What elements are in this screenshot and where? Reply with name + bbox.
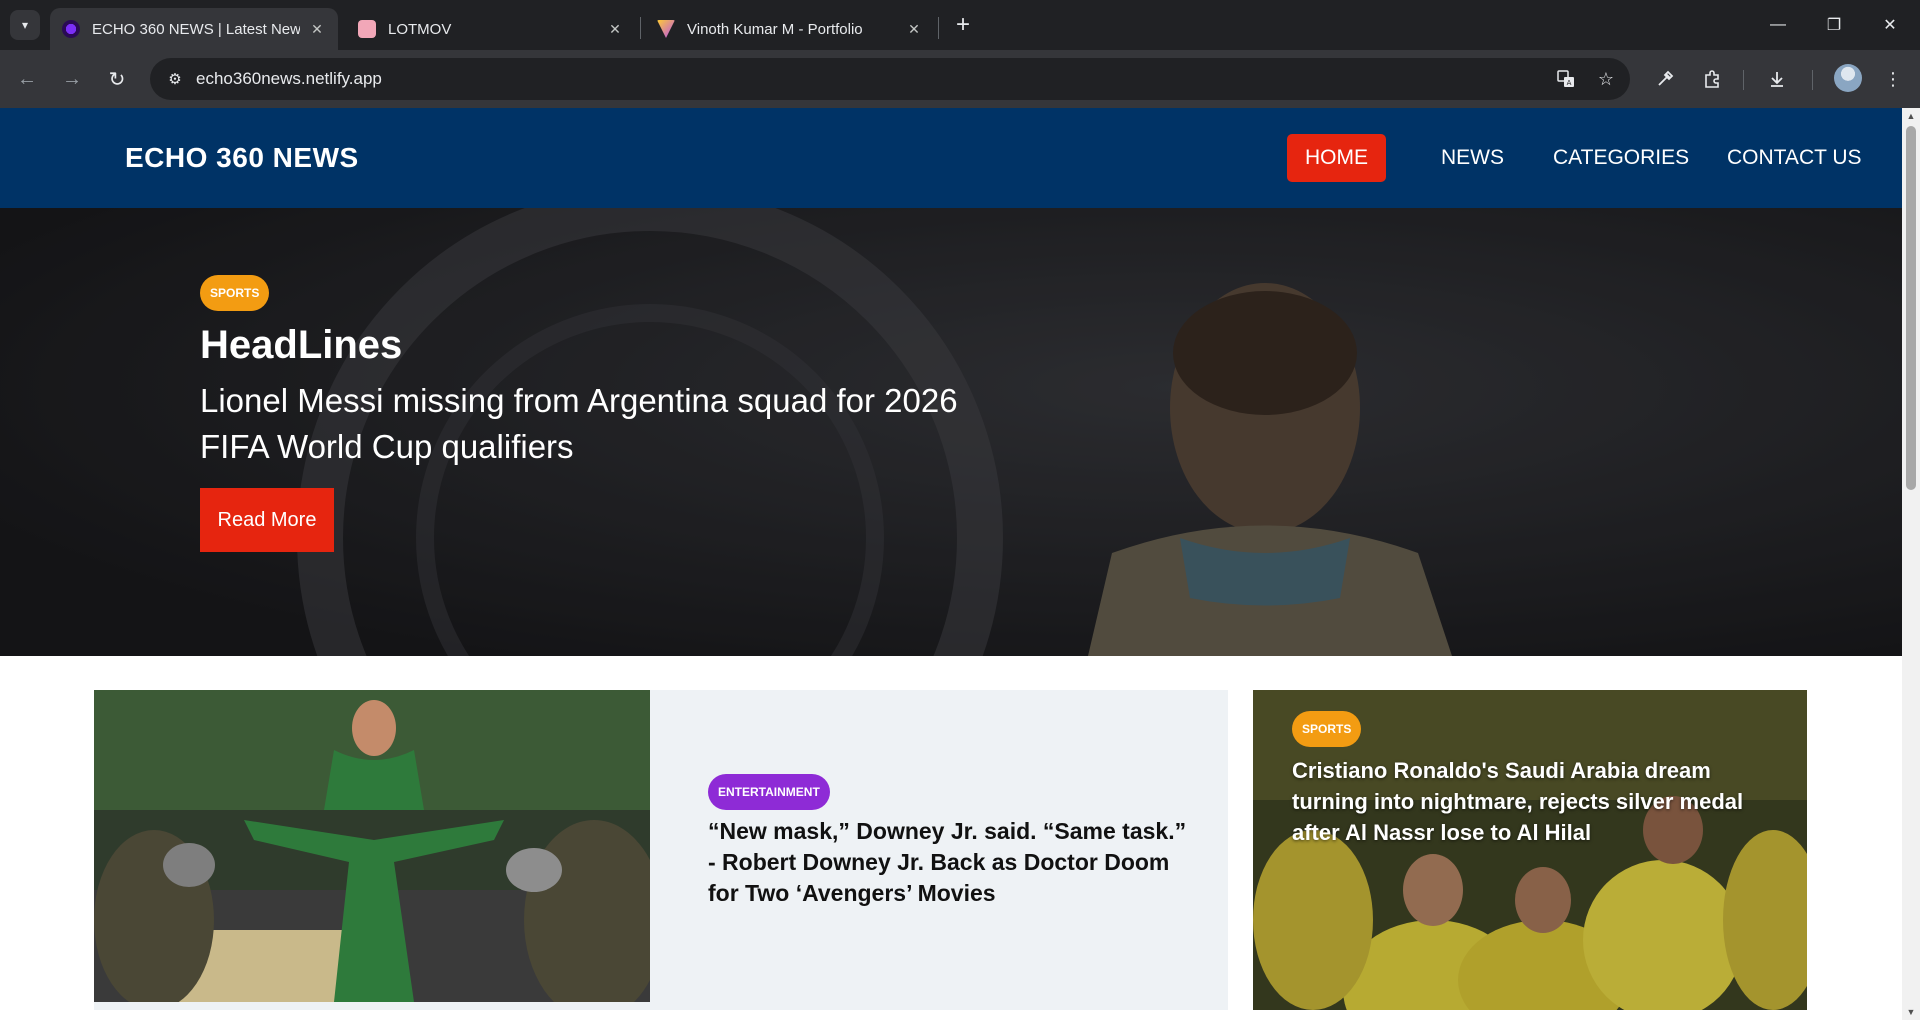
toolbar-divider: [1743, 70, 1744, 90]
reload-icon[interactable]: ↻: [102, 64, 132, 94]
close-icon[interactable]: ✕: [905, 20, 923, 38]
tab-title: LOTMOV: [388, 20, 452, 38]
tune-icon[interactable]: ⚙: [160, 64, 190, 94]
toolbar-divider: [1812, 70, 1813, 90]
eyedropper-icon[interactable]: [1650, 64, 1680, 94]
puzzle-icon[interactable]: [1697, 64, 1727, 94]
tab-divider: [938, 17, 939, 39]
site-header: ECHO 360 NEWS HOME NEWS CATEGORIES CONTA…: [0, 108, 1902, 208]
echo360-favicon-icon: [62, 20, 80, 38]
read-more-button[interactable]: Read More: [200, 488, 334, 552]
hero-title: HeadLines: [200, 323, 403, 367]
close-window-icon[interactable]: ✕: [1862, 0, 1918, 50]
url-text[interactable]: echo360news.netlify.app: [196, 69, 1550, 89]
svg-text:A: A: [1567, 79, 1572, 87]
category-badge[interactable]: SPORTS: [1292, 711, 1362, 747]
close-icon[interactable]: ✕: [308, 20, 326, 38]
arrow-right-icon[interactable]: →: [57, 64, 87, 94]
tab-divider: [640, 17, 641, 39]
nav-categories[interactable]: CATEGORIES: [1535, 134, 1707, 182]
hero-headline: Lionel Messi missing from Argentina squa…: [200, 382, 958, 465]
downey-thumbnail-image: [94, 690, 650, 1002]
scroll-down-icon[interactable]: ▼: [1906, 1007, 1916, 1017]
star-icon[interactable]: ☆: [1590, 63, 1622, 95]
address-bar[interactable]: ⚙ echo360news.netlify.app A ☆: [150, 58, 1630, 100]
hero-banner: SPORTS HeadLines Lionel Messi missing fr…: [0, 208, 1902, 656]
card-title[interactable]: Cristiano Ronaldo's Saudi Arabia dream t…: [1292, 755, 1752, 848]
tab-echo360[interactable]: ECHO 360 NEWS | Latest News ✕: [50, 8, 338, 50]
minimize-icon[interactable]: —: [1750, 0, 1806, 50]
portfolio-favicon-icon: [657, 20, 675, 38]
browser-tab-strip: ▾ ECHO 360 NEWS | Latest News ✕ LOTMOV ✕…: [0, 0, 1920, 50]
tab-title: Vinoth Kumar M - Portfolio: [687, 20, 863, 38]
site-logo[interactable]: ECHO 360 NEWS: [125, 142, 359, 174]
close-icon[interactable]: ✕: [606, 20, 624, 38]
arrow-left-icon[interactable]: ←: [12, 64, 42, 94]
nav-contact-us[interactable]: CONTACT US: [1709, 134, 1880, 182]
profile-avatar[interactable]: [1834, 64, 1862, 92]
page-viewport: ECHO 360 NEWS HOME NEWS CATEGORIES CONTA…: [0, 108, 1920, 1020]
scrollbar-thumb[interactable]: [1906, 126, 1916, 490]
lotmov-favicon-icon: [358, 20, 376, 38]
page-scrollbar[interactable]: ▲ ▼: [1902, 108, 1920, 1020]
card-title[interactable]: “New mask,” Downey Jr. said. “Same task.…: [708, 816, 1188, 909]
tab-lotmov[interactable]: LOTMOV ✕: [346, 8, 636, 50]
tab-portfolio[interactable]: Vinoth Kumar M - Portfolio ✕: [645, 8, 935, 50]
nav-home[interactable]: HOME: [1287, 134, 1386, 182]
download-icon[interactable]: [1762, 64, 1792, 94]
tab-title: ECHO 360 NEWS | Latest News: [92, 20, 300, 38]
category-badge[interactable]: SPORTS: [200, 275, 270, 311]
category-badge[interactable]: ENTERTAINMENT: [708, 774, 830, 810]
translate-icon[interactable]: A: [1550, 63, 1582, 95]
chevron-down-icon[interactable]: ▾: [10, 10, 40, 40]
plus-icon[interactable]: +: [948, 10, 978, 40]
scroll-up-icon[interactable]: ▲: [1906, 111, 1916, 121]
restore-icon[interactable]: ❐: [1806, 0, 1862, 50]
kebab-menu-icon[interactable]: ⋮: [1878, 64, 1908, 94]
browser-toolbar: ← → ↻ ⚙ echo360news.netlify.app A ☆ ⋮: [0, 50, 1920, 108]
nav-news[interactable]: NEWS: [1423, 134, 1522, 182]
